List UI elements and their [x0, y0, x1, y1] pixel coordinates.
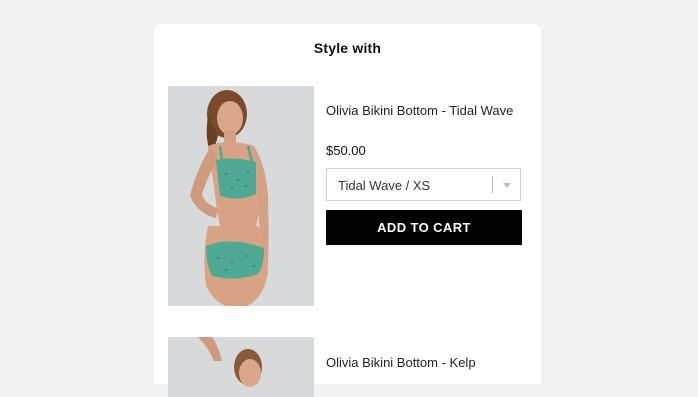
- model-photo-icon: [168, 337, 314, 397]
- model-photo-icon: [168, 86, 314, 306]
- variant-selected-value: Tidal Wave / XS: [338, 178, 431, 193]
- variant-select[interactable]: Tidal Wave / XS: [326, 168, 521, 201]
- style-with-panel: Style with Olivia Bikini Bottom - Tidal …: [154, 24, 541, 397]
- product-image[interactable]: [168, 337, 314, 397]
- chevron-down-icon: [503, 183, 511, 188]
- section-title: Style with: [313, 40, 382, 56]
- product-name[interactable]: Olivia Bikini Bottom - Tidal Wave: [326, 101, 526, 120]
- product-price: $50.00: [326, 143, 366, 158]
- product-name[interactable]: Olivia Bikini Bottom - Kelp: [326, 353, 526, 372]
- product-image[interactable]: [168, 86, 314, 306]
- select-divider: [492, 176, 493, 193]
- add-to-cart-button[interactable]: ADD TO CART: [326, 210, 522, 245]
